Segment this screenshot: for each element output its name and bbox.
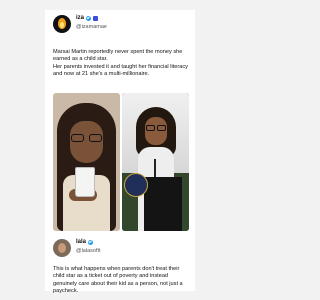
verified-badge-icon [88, 239, 94, 245]
author-avatar[interactable] [53, 15, 71, 33]
reply-text: This is what happens when parents don't … [53, 266, 183, 295]
post-text-line: Her parents invested it and taught her f… [53, 63, 188, 78]
author-name[interactable]: iza [76, 15, 84, 21]
microphone-icon [154, 159, 156, 179]
reply-author-avatar[interactable] [53, 239, 71, 257]
post-text-line: Marsai Martin reportedly never spent the… [53, 49, 183, 63]
verified-badge-icon [86, 15, 92, 21]
post-text: Marsai Martin reportedly never spent the… [53, 49, 189, 79]
child-photo[interactable] [53, 93, 120, 231]
reply-author-handle[interactable]: @lalasoftt [76, 248, 101, 254]
presidential-seal-icon [124, 173, 148, 197]
post-media [53, 93, 189, 231]
podium-photo[interactable] [122, 93, 189, 231]
reply-author-name-row: lala [76, 239, 94, 245]
milk-glass-icon [75, 167, 95, 197]
reply-author-name[interactable]: lala [76, 239, 86, 245]
podium [144, 177, 182, 231]
affiliate-badge-icon [93, 15, 99, 21]
author-handle[interactable]: @izamamae [76, 24, 107, 30]
author-name-row: iza [76, 15, 99, 21]
post-card: iza @izamamae Marsai Martin reportedly n… [45, 10, 195, 294]
